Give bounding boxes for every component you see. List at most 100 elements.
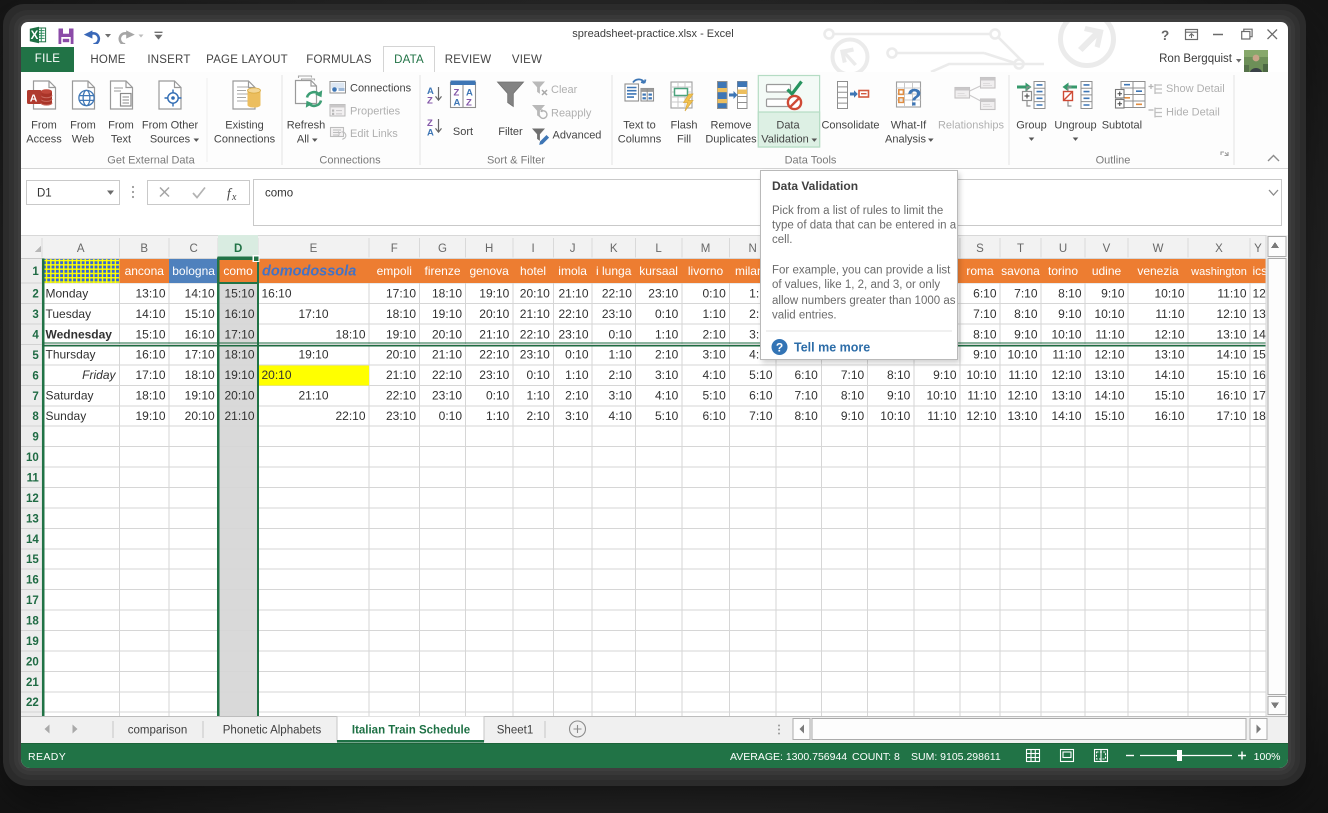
svg-text:E: E [310, 243, 318, 255]
svg-text:18: 18 [26, 615, 39, 627]
svg-text:kursaal: kursaal [639, 264, 678, 278]
svg-text:venezia: venezia [1137, 264, 1179, 278]
svg-text:20:10: 20:10 [386, 348, 416, 362]
svg-text:imola: imola [558, 264, 587, 278]
svg-text:11:10: 11:10 [1052, 348, 1081, 362]
svg-text:READY: READY [28, 751, 66, 763]
svg-text:15:10: 15:10 [135, 327, 165, 341]
svg-text:9:10: 9:10 [1014, 327, 1038, 341]
svg-text:13:10: 13:10 [1051, 389, 1081, 403]
svg-text:15:10: 15:10 [224, 286, 254, 300]
svg-text:17: 17 [26, 595, 39, 607]
svg-text:1:10: 1:10 [702, 307, 726, 321]
svg-text:3:10: 3:10 [609, 389, 633, 403]
svg-text:19:10: 19:10 [224, 368, 254, 382]
svg-text:X: X [1215, 243, 1223, 255]
svg-text:roma: roma [966, 264, 994, 278]
svg-text:Duplicates: Duplicates [705, 134, 757, 146]
svg-text:como: como [223, 264, 253, 278]
svg-text:C: C [189, 243, 197, 255]
svg-text:Connections: Connections [214, 134, 276, 146]
svg-text:16:10: 16:10 [135, 348, 165, 362]
svg-text:1:10: 1:10 [486, 409, 510, 423]
svg-text:1:10: 1:10 [526, 389, 550, 403]
svg-text:20:10: 20:10 [520, 286, 550, 300]
svg-text:What-If: What-If [891, 120, 927, 132]
svg-text:23:10: 23:10 [479, 368, 509, 382]
svg-text:19:10: 19:10 [432, 307, 462, 321]
svg-text:12:10: 12:10 [1094, 348, 1124, 362]
svg-text:14:10: 14:10 [1216, 348, 1246, 362]
svg-text:12:10: 12:10 [966, 409, 996, 423]
svg-text:comparison: comparison [128, 725, 187, 737]
svg-text:Sort & Filter: Sort & Filter [487, 155, 545, 167]
svg-text:9:10: 9:10 [841, 409, 865, 423]
svg-text:Data: Data [776, 120, 800, 132]
svg-text:3:10: 3:10 [565, 409, 589, 423]
svg-text:I: I [531, 243, 534, 255]
svg-text:11:10: 11:10 [967, 389, 996, 403]
svg-text:14:10: 14:10 [185, 286, 215, 300]
svg-text:16:10: 16:10 [224, 307, 254, 321]
svg-text:Get External Data: Get External Data [107, 155, 195, 167]
svg-text:Fill: Fill [677, 134, 691, 146]
svg-text:17:10: 17:10 [386, 286, 416, 300]
svg-text:16:10: 16:10 [1154, 409, 1184, 423]
svg-text:19: 19 [26, 636, 39, 648]
svg-text:From: From [31, 120, 57, 132]
svg-text:Consolidate: Consolidate [821, 120, 879, 132]
svg-text:genova: genova [469, 264, 509, 278]
svg-text:1:10: 1:10 [655, 327, 679, 341]
svg-text:of values, like 1, 2, and 3, o: of values, like 1, 2, and 3, or only [772, 279, 940, 291]
svg-text:19:10: 19:10 [479, 286, 509, 300]
svg-text:22:10: 22:10 [335, 409, 365, 423]
svg-text:A: A [77, 243, 85, 255]
svg-text:Advanced: Advanced [553, 130, 602, 142]
svg-text:21:10: 21:10 [558, 286, 588, 300]
svg-text:9:10: 9:10 [973, 348, 997, 362]
svg-text:21:10: 21:10 [298, 389, 328, 403]
svg-text:11:10: 11:10 [1217, 286, 1246, 300]
svg-text:12: 12 [26, 493, 39, 505]
svg-text:17:10: 17:10 [224, 327, 254, 341]
svg-text:5:10: 5:10 [749, 368, 773, 382]
svg-text:M: M [701, 243, 711, 255]
svg-text:13:10: 13:10 [1094, 368, 1124, 382]
svg-text:B: B [140, 243, 148, 255]
svg-text:1: 1 [32, 266, 39, 278]
svg-text:3:10: 3:10 [702, 348, 726, 362]
svg-text:23:10: 23:10 [432, 389, 462, 403]
svg-text:ancona: ancona [125, 264, 165, 278]
svg-text:6:10: 6:10 [794, 368, 818, 382]
svg-text:20:10: 20:10 [262, 368, 292, 382]
svg-text:16:10: 16:10 [185, 327, 215, 341]
svg-text:21:10: 21:10 [479, 327, 509, 341]
svg-text:5: 5 [32, 350, 39, 362]
svg-text:Text: Text [111, 134, 131, 146]
svg-text:10:10: 10:10 [1051, 327, 1081, 341]
svg-text:A: A [427, 128, 434, 139]
svg-text:21:10: 21:10 [432, 348, 462, 362]
svg-text:10:10: 10:10 [1094, 307, 1124, 321]
svg-text:Z: Z [427, 96, 433, 107]
svg-text:2:10: 2:10 [526, 409, 550, 423]
svg-text:0:10: 0:10 [655, 307, 679, 321]
svg-text:bologna: bologna [172, 264, 215, 278]
svg-text:11:10: 11:10 [1095, 327, 1124, 341]
svg-text:firenze: firenze [424, 264, 460, 278]
svg-text:?: ? [1161, 28, 1169, 43]
svg-text:17:10: 17:10 [135, 368, 165, 382]
svg-text:4:10: 4:10 [702, 368, 726, 382]
svg-text:Existing: Existing [225, 120, 264, 132]
svg-text:20:10: 20:10 [479, 307, 509, 321]
svg-text:0:10: 0:10 [702, 286, 726, 300]
svg-text:7:10: 7:10 [973, 307, 997, 321]
svg-text:U: U [1059, 243, 1067, 255]
svg-text:Relationships: Relationships [938, 120, 1005, 132]
svg-text:4:10: 4:10 [609, 409, 633, 423]
svg-text:From Other: From Other [142, 120, 199, 132]
svg-text:F: F [391, 243, 398, 255]
svg-text:ics: ics [1253, 264, 1268, 278]
svg-text:?: ? [907, 85, 922, 112]
svg-text:0:10: 0:10 [565, 348, 589, 362]
